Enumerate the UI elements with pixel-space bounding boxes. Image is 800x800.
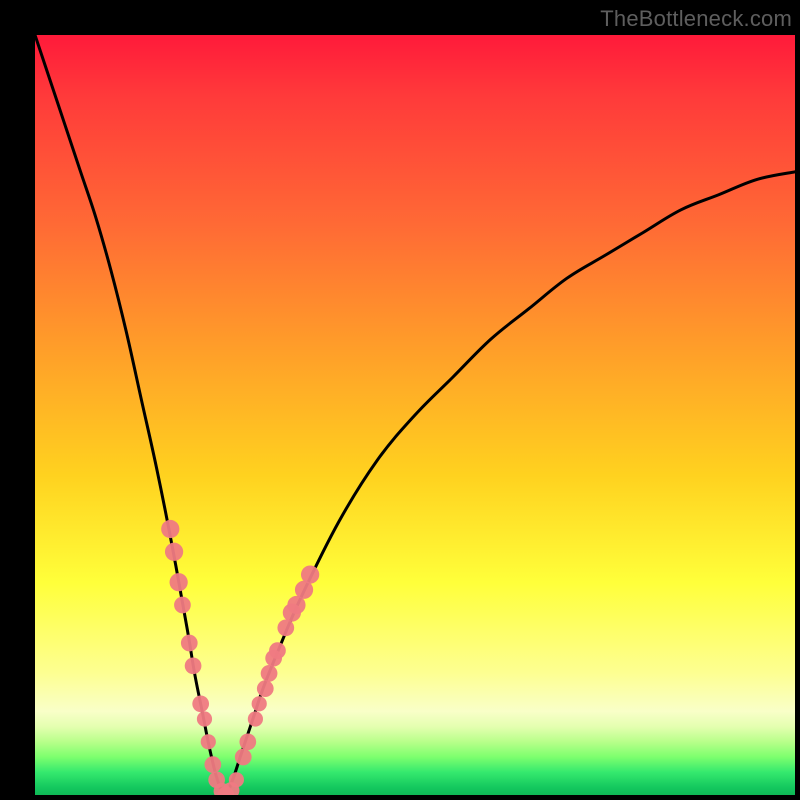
marker-dot bbox=[248, 711, 263, 726]
marker-dot bbox=[239, 733, 256, 750]
marker-cluster bbox=[161, 520, 319, 795]
outer-frame: TheBottleneck.com bbox=[0, 0, 800, 800]
marker-dot bbox=[165, 543, 183, 561]
marker-dot bbox=[277, 619, 294, 636]
bottleneck-curve bbox=[35, 35, 795, 795]
marker-dot bbox=[174, 597, 191, 614]
marker-dot bbox=[235, 749, 252, 766]
marker-dot bbox=[301, 565, 319, 583]
plot-area bbox=[35, 35, 795, 795]
marker-dot bbox=[229, 772, 244, 787]
marker-dot bbox=[269, 642, 286, 659]
marker-dot bbox=[185, 657, 202, 674]
chart-svg bbox=[35, 35, 795, 795]
bottleneck-curve-path bbox=[35, 35, 795, 795]
marker-dot bbox=[161, 520, 179, 538]
marker-dot bbox=[197, 711, 212, 726]
marker-dot bbox=[192, 695, 209, 712]
watermark-text: TheBottleneck.com bbox=[600, 6, 792, 32]
marker-dot bbox=[261, 665, 278, 682]
marker-dot bbox=[257, 680, 274, 697]
marker-dot bbox=[252, 696, 267, 711]
marker-dot bbox=[204, 756, 221, 773]
marker-dot bbox=[201, 734, 216, 749]
marker-dot bbox=[170, 573, 188, 591]
marker-dot bbox=[181, 635, 198, 652]
